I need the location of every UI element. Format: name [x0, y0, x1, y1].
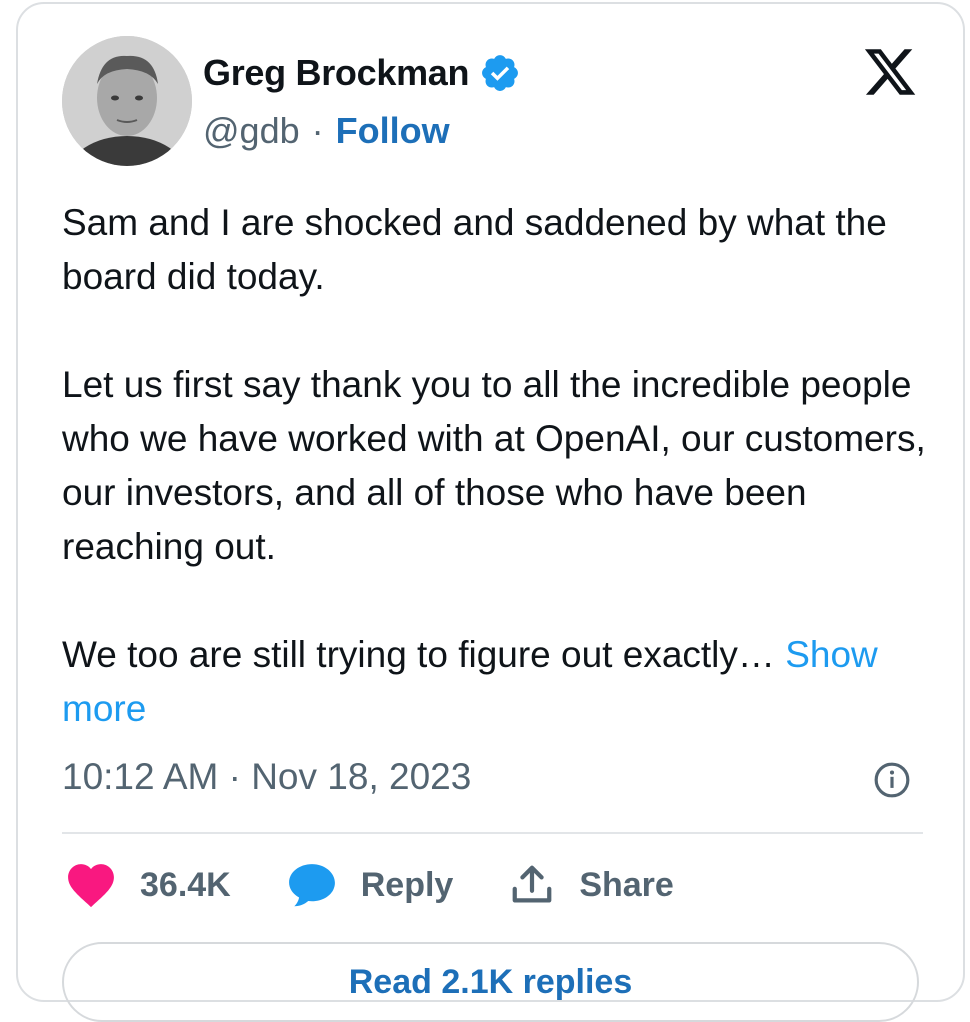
tweet-paragraph: Sam and I are shocked and saddened by wh… [62, 202, 887, 297]
avatar[interactable] [62, 36, 192, 166]
x-logo-icon[interactable] [861, 44, 919, 100]
author-handle-row: @gdb · Follow [203, 110, 450, 152]
author-name[interactable]: Greg Brockman [203, 52, 470, 94]
info-icon[interactable] [873, 761, 911, 799]
tweet-paragraph: We too are still trying to figure out ex… [62, 628, 932, 736]
heart-icon [68, 864, 114, 908]
action-bar: 36.4K Reply Share [66, 862, 730, 908]
share-button[interactable]: Share [509, 862, 674, 908]
like-button[interactable]: 36.4K [66, 862, 231, 908]
share-label: Share [579, 865, 674, 904]
handle-separator: · [311, 110, 324, 151]
reply-bubble-icon [288, 864, 335, 907]
tweet-paragraph-text: We too are still trying to figure out ex… [62, 634, 775, 675]
likes-count: 36.4K [140, 865, 231, 904]
reply-button[interactable]: Reply [287, 862, 454, 908]
tweet-timestamp[interactable]: 10:12 AM · Nov 18, 2023 [62, 756, 471, 798]
tweet-text: Sam and I are shocked and saddened by wh… [62, 196, 932, 736]
author-handle[interactable]: @gdb [203, 110, 300, 152]
tweet-card: Greg Brockman @gdb · Follow Sam and I ar… [16, 2, 965, 1022]
verified-badge-icon [482, 55, 519, 91]
person-avatar-icon [62, 36, 192, 166]
divider [62, 832, 923, 834]
share-icon [512, 865, 552, 903]
tweet-paragraph: Let us first say thank you to all the in… [62, 364, 926, 567]
read-replies-button[interactable]: Read 2.1K replies [62, 942, 919, 1022]
reply-label: Reply [360, 865, 454, 904]
follow-button[interactable]: Follow [336, 110, 450, 152]
author-name-row: Greg Brockman [203, 52, 521, 94]
